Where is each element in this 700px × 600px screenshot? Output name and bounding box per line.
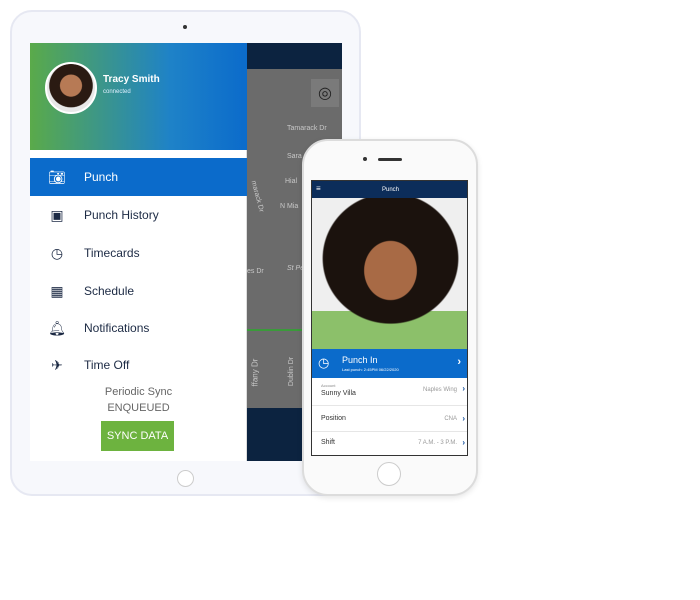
menu-label: Punch History — [84, 208, 159, 222]
map-label: ffany Dr — [250, 358, 260, 387]
phone-speaker — [378, 158, 402, 161]
account-value: Sunny Villa — [321, 390, 356, 397]
last-punch: Last punch: 2:45PM 06/22/2020 — [342, 367, 399, 372]
map-label: Hial — [285, 178, 298, 185]
menu-label: Schedule — [84, 284, 135, 298]
menu-item-time-off[interactable]: ✈︎ Time Off — [30, 346, 247, 384]
menu-item-schedule[interactable]: ▦ Schedule — [30, 272, 247, 310]
phone-screen: ≡ Punch ◷ Punch In Last punch: 2:45PM 06… — [311, 180, 468, 456]
clock-icon: ◷ — [318, 355, 330, 370]
menu-label: Notifications — [84, 321, 150, 335]
punch-photo — [312, 198, 467, 349]
unit-value: Naples Wing — [422, 387, 457, 393]
punch-in-label: Punch In — [342, 355, 378, 365]
phone-title: Punch — [381, 186, 399, 193]
menu-item-punch-history[interactable]: ▣ Punch History — [30, 196, 247, 234]
clock-icon: ◷ — [50, 244, 64, 261]
airplane-icon: ✈︎ — [51, 356, 63, 373]
bell-icon: 🔔︎ — [48, 319, 66, 336]
map-top-bar — [247, 43, 342, 69]
map-label: Sara — [287, 153, 302, 160]
menu-icon[interactable]: ≡ — [316, 184, 321, 193]
position-label: Position — [321, 415, 346, 422]
map-label: N Mia — [280, 203, 299, 210]
avatar — [45, 62, 97, 114]
tablet-home-button[interactable] — [177, 470, 194, 487]
map-label: marack Dr — [249, 180, 265, 213]
chevron-right-icon: › — [457, 356, 461, 368]
sync-label: Periodic Sync — [104, 386, 173, 398]
position-row[interactable]: Position CNA › — [312, 406, 467, 432]
shift-label: Shift — [321, 439, 336, 446]
sync-status: ENQUEUED — [107, 402, 170, 414]
navigation-drawer: Tracy Smith connected 📷︎ Punch ▣ Punch His… — [30, 43, 247, 461]
shift-value: 7 A.M. - 3 P.M. — [418, 440, 457, 446]
chevron-right-icon: › — [462, 384, 465, 393]
user-name: Tracy Smith — [103, 74, 160, 85]
menu-item-timecards[interactable]: ◷ Timecards — [30, 234, 247, 272]
camera-icon: 📷︎ — [48, 168, 66, 185]
tablet-camera — [183, 25, 187, 29]
menu-item-punch[interactable]: 📷︎ Punch — [30, 158, 247, 196]
shift-row[interactable]: Shift 7 A.M. - 3 P.M. › — [312, 432, 467, 455]
map-label: es Dr — [247, 268, 264, 275]
menu-item-notifications[interactable]: 🔔︎ Notifications — [30, 309, 247, 347]
photo-icon: ▣ — [50, 206, 64, 223]
account-caption: Account — [321, 383, 336, 388]
locate-icon[interactable]: ◎ — [311, 79, 339, 107]
drawer-header: Tracy Smith connected — [30, 43, 247, 150]
map-label: Dublin Dr — [288, 356, 296, 387]
punch-in-button[interactable]: ◷ Punch In Last punch: 2:45PM 06/22/2020… — [312, 349, 467, 378]
calendar-icon: ▦ — [50, 282, 64, 299]
menu-label: Punch — [84, 170, 119, 184]
menu-label: Timecards — [84, 246, 140, 260]
phone-camera — [363, 157, 367, 161]
user-status: connected — [103, 89, 131, 95]
position-value: CNA — [444, 416, 457, 422]
sync-data-button[interactable]: SYNC DATA — [101, 421, 174, 451]
map-label: Tamarack Dr — [287, 125, 327, 132]
phone-header: ≡ Punch — [312, 181, 467, 198]
tablet-screen: ◎ Tamarack Dr Sara Hial N Mia marack Dr … — [30, 43, 342, 461]
chevron-right-icon: › — [462, 414, 465, 423]
chevron-right-icon: › — [462, 438, 465, 447]
account-row[interactable]: Account Sunny Villa Naples Wing › — [312, 378, 467, 406]
menu-label: Time Off — [84, 358, 130, 372]
phone-home-button[interactable] — [377, 462, 401, 486]
